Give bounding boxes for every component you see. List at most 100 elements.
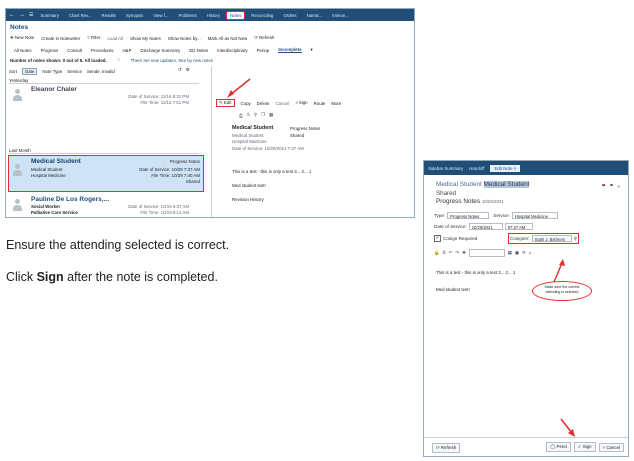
filter-tab-discharge-summary[interactable]: Discharge Summary — [141, 48, 181, 53]
filter-tab-progress[interactable]: Progress — [41, 48, 59, 53]
revision-history-link[interactable]: Revision History — [232, 197, 264, 202]
filter-tab-ed-notes[interactable]: ED Notes — [189, 48, 208, 53]
route-button[interactable]: Route — [314, 101, 326, 106]
show-notes-by-button[interactable]: Show Notes by... — [168, 36, 201, 41]
sort-sender-button[interactable]: Sende, Invalid — [87, 69, 115, 74]
tab-view[interactable]: View f... — [150, 12, 171, 19]
cosigner-input[interactable]: Stahl J. Bishrem — [531, 235, 572, 242]
cosign-required-label: Cosign Required — [443, 236, 478, 241]
filter-tab-hp[interactable]: H&P — [123, 48, 132, 53]
service-select[interactable]: Hospital Medicine — [511, 212, 558, 219]
tab-narrator[interactable]: Narrat... — [304, 12, 326, 19]
list-item[interactable]: Pauline De Los Rogers,... Social Worker … — [9, 195, 189, 217]
date-of-service-date[interactable]: 10/29/2021 — [468, 223, 503, 230]
expand-icon[interactable]: ↺ — [178, 67, 182, 73]
tab-edit-note[interactable]: Edit Note × — [490, 164, 521, 172]
tab-handoff[interactable]: Handoff — [469, 166, 484, 171]
copy-button[interactable]: Copy — [241, 101, 251, 106]
preview-body-line-1: This is a test - this is only a test 3..… — [232, 169, 312, 174]
new-note-button[interactable]: ✚ New Note — [10, 35, 34, 41]
list-item-selected[interactable]: Medical Student Medical Student Hospital… — [8, 155, 204, 192]
tab-problems[interactable]: Problems — [175, 12, 199, 19]
tab-chart-review[interactable]: Chart Rev... — [66, 12, 95, 19]
sort-bar: Sort Date Note Type Service Sende, Inval… — [9, 68, 115, 75]
help-icon[interactable]: ? — [529, 251, 531, 256]
tab-notes[interactable]: Notes — [225, 10, 246, 20]
cancel-note-button[interactable]: × Cancel — [598, 442, 624, 452]
type-service-row: Type: Progress Notes Service: Hospital M… — [434, 212, 558, 219]
close-icon[interactable]: × — [514, 166, 517, 171]
refresh-editor-icon[interactable]: ⟳ — [522, 250, 526, 256]
tab-immunizations[interactable]: Immun... — [329, 12, 352, 19]
cosign-checkbox[interactable]: ✓ — [434, 235, 441, 242]
tab-orders[interactable]: Orders — [280, 12, 299, 19]
table-icon[interactable]: ▦ — [508, 250, 512, 256]
tab-summary[interactable]: Summary — [37, 12, 61, 19]
mark-all-not-new-button[interactable]: Mark All as Not New — [208, 36, 248, 41]
filter-tab-interdisciplinary[interactable]: Interdisciplinary — [217, 48, 248, 53]
type-select[interactable]: Progress Notes — [447, 212, 490, 219]
tab-history[interactable]: History — [204, 12, 223, 19]
refresh-note-button[interactable]: ⟳ Refresh — [432, 443, 461, 453]
file-time: File Time: 10/29 7:40 AM — [151, 173, 200, 178]
filter-tabs-more-icon[interactable]: ▾ — [311, 47, 313, 53]
file-time: File Time: 10/19 8:12 AM — [140, 210, 189, 215]
sign-emphasis: Sign — [36, 270, 64, 284]
chart-tab-bar: ← → ☰ Summary Chart Rev... Results Synop… — [6, 9, 414, 21]
new-updates-link[interactable]: There are new updates. See by new notes — [131, 58, 214, 63]
tab-results[interactable]: Results — [98, 12, 118, 19]
cancel-button[interactable]: Cancel — [275, 101, 289, 106]
pend-button[interactable]: ◯ Pend — [546, 442, 571, 452]
tab-synopsis[interactable]: Synopsis — [123, 12, 146, 19]
refresh-button[interactable]: ⟳ Refresh — [254, 35, 274, 41]
date-of-service-row: Date of Service: 10/29/2021 07:37 AM — [434, 223, 533, 230]
forward-arrow-icon[interactable]: → — [19, 12, 25, 18]
settings-icon[interactable]: ⚙ — [186, 67, 190, 73]
lock-icon[interactable]: 🔒 — [434, 250, 439, 256]
copy-icon[interactable]: ❐ — [261, 112, 265, 118]
insert-icon[interactable]: ✚ — [462, 250, 466, 256]
date-of-service: Date of Service: 10/19 6:37 AM — [128, 204, 189, 209]
sign-note-button[interactable]: ✓ Sign — [573, 442, 596, 452]
heart-icon[interactable]: ❤ — [602, 183, 606, 189]
print-icon[interactable]: ⎙ — [239, 113, 243, 118]
delete-button[interactable]: Delete — [257, 101, 270, 106]
filter-tab-procedures[interactable]: Procedures — [91, 48, 113, 53]
smarttext-field[interactable] — [468, 249, 505, 257]
filter-tab-incomplete[interactable]: Incomplete — [278, 47, 302, 53]
tab-reconciling[interactable]: Reconciling — [248, 12, 276, 19]
create-in-notewriter-button[interactable]: Create in Notewriter — [41, 36, 80, 41]
avatar — [12, 164, 23, 177]
font-icon[interactable]: 𝔸 — [247, 112, 250, 118]
cosigner-search-icon[interactable]: ⚲ — [574, 236, 577, 242]
filter-button[interactable]: ▿ Filter — [87, 35, 100, 41]
show-my-notes-button[interactable]: Show My Notes — [130, 36, 161, 41]
load-all-button[interactable]: Load All — [107, 36, 123, 41]
warning-icon: ⚠ — [116, 57, 121, 62]
image-icon[interactable]: ▣ — [515, 250, 519, 256]
zoom-icon[interactable]: ⚲ — [254, 112, 257, 118]
sign-button[interactable]: ✓Sign — [295, 100, 307, 106]
redo-icon[interactable]: ↷ — [455, 250, 459, 256]
view-icon[interactable]: ▦ — [269, 112, 273, 118]
note-type-title: Progress Notes 10/29/2021 — [436, 198, 504, 205]
filter-tab-consult[interactable]: Consult — [67, 48, 82, 53]
sort-date-button[interactable]: Date — [22, 68, 38, 75]
undo-icon[interactable]: ↶ — [449, 250, 453, 256]
menu-icon[interactable]: ☰ — [29, 12, 33, 18]
tab-sidebar-summary[interactable]: Sidebar Summary — [428, 166, 463, 171]
pin-icon[interactable]: ⚑ — [609, 183, 613, 189]
sort-service-button[interactable]: Service — [67, 69, 82, 74]
author-department: Palliative Care Service — [31, 210, 78, 215]
back-arrow-icon[interactable]: ← — [9, 12, 15, 18]
list-item[interactable]: Eleanor Chaler Date of Service: 11/16 8:… — [9, 85, 189, 108]
close-note-icon[interactable]: × — [617, 184, 620, 189]
date-of-service-time[interactable]: 07:37 AM — [504, 223, 533, 230]
sort-note-type-button[interactable]: Note Type — [42, 69, 62, 74]
preview-date-of-service: Date of Service: 10/29/2021 7:37 AM — [232, 146, 304, 151]
preview-author-dept: Hospital Medicine — [232, 139, 267, 144]
more-button[interactable]: More — [331, 101, 341, 106]
filter-tab-periop[interactable]: Periop — [257, 48, 270, 53]
filter-tab-all-notes[interactable]: All Notes — [14, 48, 32, 53]
bold-icon[interactable]: 𝔹 — [442, 250, 445, 256]
